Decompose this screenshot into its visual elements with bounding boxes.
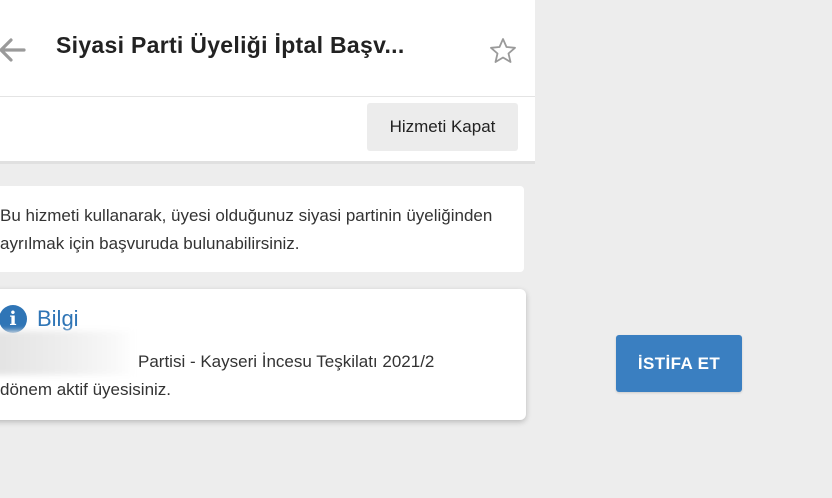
back-button[interactable]: [0, 32, 30, 68]
info-text-line2: dönem aktif üyesisiniz.: [0, 380, 172, 399]
description-text: Bu hizmeti kullanarak, üyesi olduğunuz s…: [0, 206, 493, 253]
star-outline-icon: [490, 38, 516, 63]
info-icon: i: [0, 305, 27, 333]
arrow-left-icon: [0, 38, 26, 62]
info-card: i Bilgi Partisi - Kayseri İncesu Teşkila…: [0, 289, 526, 420]
top-bar: Siyasi Parti Üyeliği İptal Başv...: [0, 0, 535, 97]
redacted-party-name: [0, 331, 136, 375]
page-title: Siyasi Parti Üyeliği İptal Başv...: [56, 32, 405, 58]
resign-button[interactable]: İSTİFA ET: [616, 335, 742, 392]
close-service-button[interactable]: Hizmeti Kapat: [367, 103, 518, 151]
info-text-line1: Partisi - Kayseri İncesu Teşkilatı 2021/…: [138, 352, 435, 371]
description-card: Bu hizmeti kullanarak, üyesi olduğunuz s…: [0, 186, 524, 272]
app-column: Siyasi Parti Üyeliği İptal Başv... Hizme…: [0, 0, 535, 498]
action-bar: Hizmeti Kapat: [0, 97, 535, 164]
favorite-button[interactable]: [488, 36, 518, 66]
info-title: Bilgi: [37, 306, 79, 331]
